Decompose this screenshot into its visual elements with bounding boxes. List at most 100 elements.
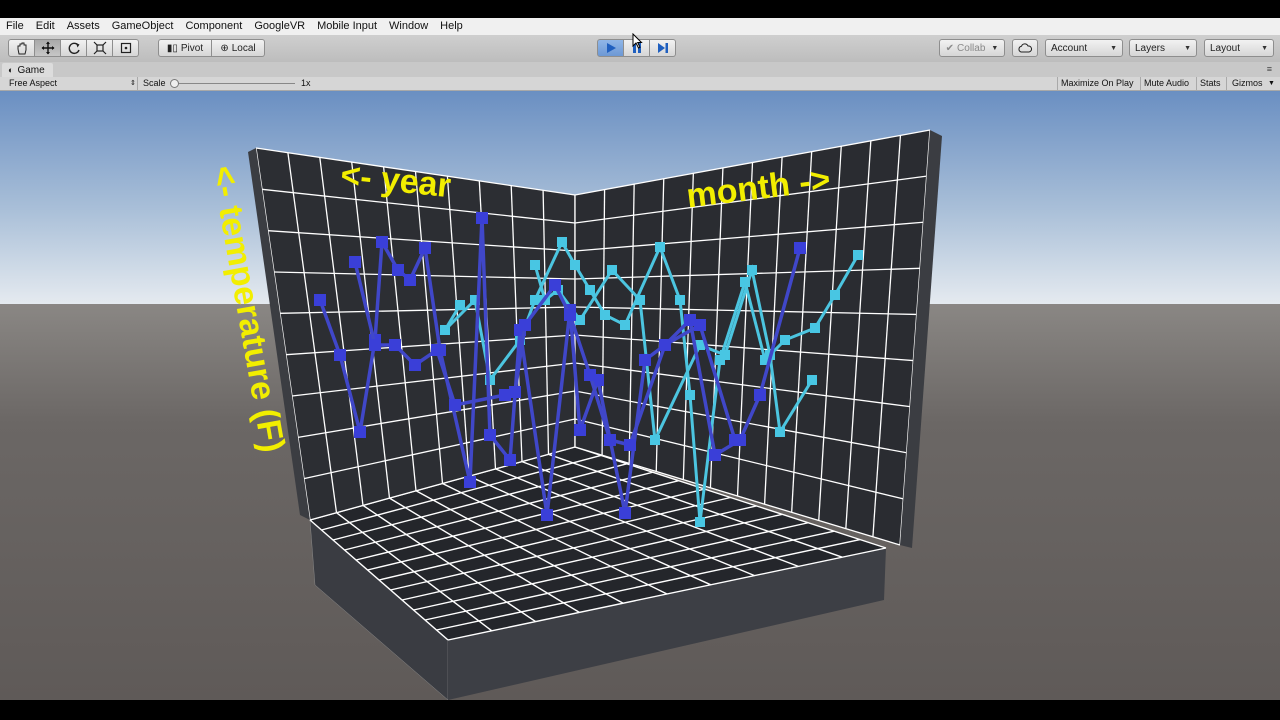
local-label: Local: [231, 42, 256, 54]
series-point: [530, 260, 540, 270]
gizmos-dropdown[interactable]: Gizmos: [1232, 77, 1263, 90]
local-toggle[interactable]: ⊕ Local: [212, 39, 265, 57]
scale-tool-button[interactable]: [87, 39, 113, 57]
scene-render: <- year month -> <- temperature (F): [0, 91, 1280, 701]
collab-group: ✔ Collab ▼: [939, 39, 1005, 57]
series-point: [334, 349, 346, 361]
chevron-down-icon: ▼: [1110, 44, 1117, 52]
series-point: [389, 339, 401, 351]
series-point: [853, 250, 863, 260]
divider: [1226, 77, 1227, 90]
series-point: [729, 434, 741, 446]
series-point: [476, 212, 488, 224]
menu-assets[interactable]: Assets: [61, 18, 106, 35]
play-button[interactable]: [597, 39, 624, 57]
tab-menu-icon[interactable]: ≡: [1267, 64, 1272, 74]
layout-label: Layout: [1210, 42, 1241, 54]
play-icon: [606, 43, 616, 53]
series-point: [354, 426, 366, 438]
step-button[interactable]: [650, 39, 676, 57]
chevron-down-icon: ▼: [1261, 44, 1268, 52]
series-point: [449, 399, 461, 411]
layout-dropdown[interactable]: Layout ▼: [1204, 39, 1274, 57]
stats-toggle[interactable]: Stats: [1200, 77, 1221, 90]
series-point: [639, 354, 651, 366]
layers-dropdown[interactable]: Layers ▼: [1129, 39, 1197, 57]
divider: [1196, 77, 1197, 90]
rect-tool-button[interactable]: [113, 39, 139, 57]
game-view-toolbar: Free Aspect ⇕ Scale 1x Maximize On Play …: [0, 77, 1280, 91]
pivot-mode-group: ▮▯ Pivot ⊕ Local: [158, 39, 265, 57]
check-icon: ✔: [945, 42, 955, 54]
move-tool-button[interactable]: [35, 39, 61, 57]
series-point: [409, 359, 421, 371]
menu-component[interactable]: Component: [179, 18, 248, 35]
series-point: [314, 294, 326, 306]
series-point: [440, 325, 450, 335]
game-viewport[interactable]: <- year month -> <- temperature (F): [0, 91, 1280, 701]
game-tab-label: Game: [17, 64, 45, 76]
layout-group: Layout ▼: [1204, 39, 1274, 57]
series-point: [620, 320, 630, 330]
mute-audio-toggle[interactable]: Mute Audio: [1144, 77, 1189, 90]
series-point: [600, 310, 610, 320]
game-tab-bar: ◐ Game ≡: [0, 62, 1280, 77]
series-point: [685, 390, 695, 400]
account-dropdown[interactable]: Account ▼: [1045, 39, 1123, 57]
move-arrows-icon: [41, 41, 54, 55]
aspect-dropdown[interactable]: Free Aspect: [9, 77, 57, 90]
series-point: [659, 339, 671, 351]
series-point: [604, 434, 616, 446]
menu-file[interactable]: File: [0, 18, 30, 35]
rotate-tool-button[interactable]: [61, 39, 87, 57]
series-point: [747, 265, 757, 275]
series-point: [807, 375, 817, 385]
series-point: [695, 517, 705, 527]
rotate-icon: [68, 42, 80, 55]
series-point: [810, 323, 820, 333]
transform-tools: [8, 39, 139, 57]
menu-edit[interactable]: Edit: [30, 18, 61, 35]
series-point: [607, 265, 617, 275]
series-point: [754, 389, 766, 401]
cloud-group: [1012, 39, 1038, 57]
menu-window[interactable]: Window: [383, 18, 434, 35]
series-point: [794, 242, 806, 254]
aspect-dropdown-arrow-icon: ⇕: [130, 80, 136, 87]
series-point: [619, 507, 631, 519]
letterbox-bottom: [0, 700, 1280, 720]
series-point: [376, 236, 388, 248]
tab-game[interactable]: ◐ Game: [2, 63, 53, 77]
step-icon: [657, 43, 668, 53]
series-point: [720, 350, 730, 360]
divider: [137, 77, 138, 90]
series-point: [404, 274, 416, 286]
menu-help[interactable]: Help: [434, 18, 469, 35]
account-label: Account: [1051, 42, 1088, 54]
series-point: [709, 449, 721, 461]
scale-slider-thumb[interactable]: [170, 79, 179, 88]
game-controller-icon: ◐: [8, 65, 14, 75]
cloud-button[interactable]: [1012, 39, 1038, 57]
hand-tool-button[interactable]: [8, 39, 35, 57]
series-point: [557, 237, 567, 247]
letterbox-top: [0, 0, 1280, 18]
pivot-toggle[interactable]: ▮▯ Pivot: [158, 39, 212, 57]
series-point: [830, 290, 840, 300]
chevron-down-icon: ▼: [991, 44, 999, 52]
series-point: [519, 319, 531, 331]
series-point: [549, 279, 561, 291]
series-point: [530, 295, 540, 305]
menu-gameobject[interactable]: GameObject: [106, 18, 180, 35]
scale-icon: [93, 41, 106, 55]
collab-label: Collab: [957, 42, 986, 54]
collab-dropdown[interactable]: ✔ Collab ▼: [939, 39, 1005, 57]
mouse-cursor-icon: [632, 33, 643, 49]
scale-slider-track[interactable]: [173, 83, 295, 84]
menu-mobile-input[interactable]: Mobile Input: [311, 18, 383, 35]
hand-icon: [17, 42, 26, 55]
menu-googlevr[interactable]: GoogleVR: [248, 18, 311, 35]
series-point: [484, 429, 496, 441]
maximize-on-play-toggle[interactable]: Maximize On Play: [1061, 77, 1134, 90]
layers-label: Layers: [1135, 42, 1166, 54]
